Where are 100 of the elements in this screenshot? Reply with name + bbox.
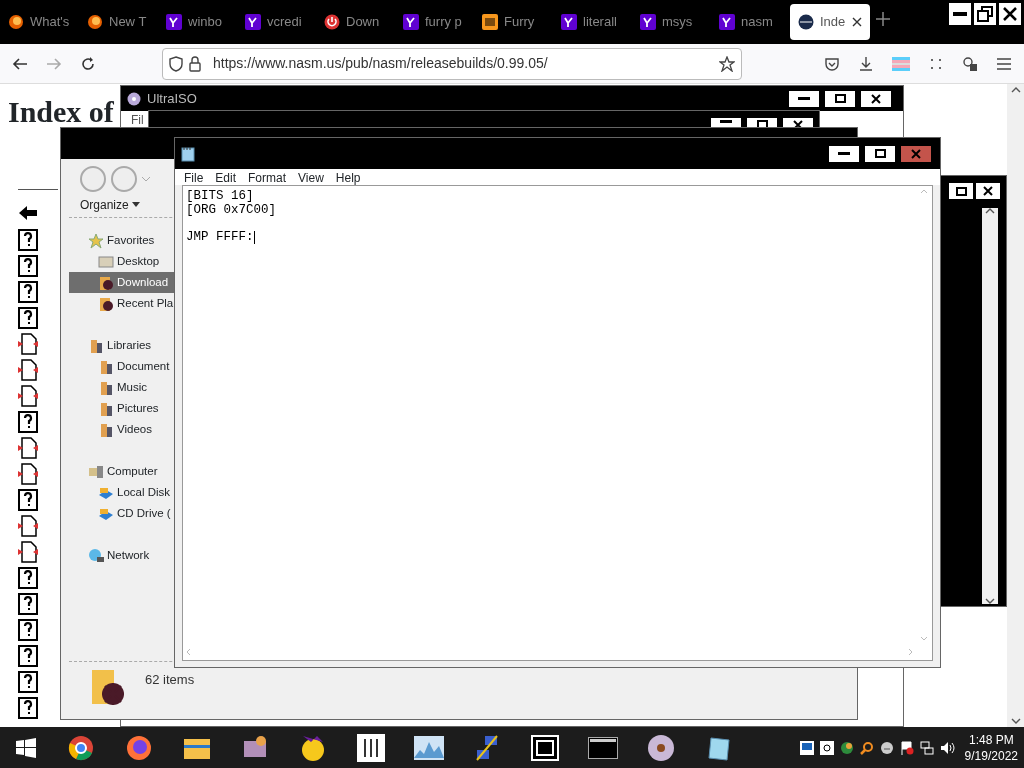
archive-icon[interactable] bbox=[531, 734, 559, 761]
close-button[interactable] bbox=[861, 90, 891, 107]
minimize-button[interactable] bbox=[789, 90, 819, 107]
library-icon bbox=[88, 337, 104, 354]
browser-tab[interactable]: nasm bbox=[711, 4, 790, 40]
unknown-file-icon bbox=[18, 229, 38, 251]
scroll-up-icon[interactable] bbox=[985, 208, 995, 214]
maximize-icon bbox=[955, 186, 967, 196]
chart-icon[interactable] bbox=[414, 735, 444, 760]
browser-tab[interactable]: Down bbox=[316, 4, 395, 40]
nav-item[interactable]: Download bbox=[69, 272, 175, 293]
nav-item[interactable]: CD Drive ( bbox=[69, 503, 175, 524]
unknown-file-icon bbox=[18, 411, 38, 433]
browser-tab[interactable]: msys bbox=[632, 4, 711, 40]
binary-file-icon bbox=[18, 437, 38, 459]
restore-button[interactable] bbox=[974, 3, 996, 25]
mixer-icon[interactable] bbox=[357, 733, 385, 762]
binary-file-icon bbox=[18, 385, 38, 407]
nav-item[interactable]: Favorites bbox=[69, 230, 175, 251]
browser-tab[interactable]: What's bbox=[0, 4, 79, 40]
bookmark-star-icon[interactable] bbox=[719, 55, 735, 72]
back-icon[interactable] bbox=[12, 55, 28, 72]
nav-item[interactable]: Recent Pla bbox=[69, 293, 175, 314]
browser-tab[interactable]: winbo bbox=[158, 4, 237, 40]
text-editor[interactable]: [BITS 16] [ORG 0x7C00] JMP FFFF: bbox=[182, 185, 933, 661]
maximize-button[interactable] bbox=[865, 145, 895, 162]
desktop-icon bbox=[98, 253, 114, 270]
tray-globe-icon[interactable] bbox=[839, 740, 854, 755]
nav-item[interactable]: Music bbox=[69, 377, 175, 398]
menu-item[interactable]: File bbox=[178, 169, 210, 185]
minimize-button[interactable] bbox=[829, 145, 859, 162]
download-icon[interactable] bbox=[858, 55, 874, 72]
puzzle-icon[interactable] bbox=[962, 55, 978, 72]
network-icon[interactable] bbox=[473, 733, 501, 762]
organize-button[interactable]: Organize bbox=[79, 194, 141, 215]
nav-item[interactable]: Computer bbox=[69, 461, 175, 482]
tray-face-icon[interactable] bbox=[879, 740, 894, 755]
tray-flag-icon[interactable] bbox=[899, 740, 914, 755]
scroll-down-icon[interactable] bbox=[985, 598, 995, 604]
browser-tab[interactable]: furry p bbox=[395, 4, 474, 40]
close-icon bbox=[911, 148, 921, 159]
tray-search-icon[interactable] bbox=[859, 740, 874, 755]
caret-icon bbox=[131, 202, 140, 207]
menu-item[interactable]: View bbox=[292, 169, 330, 185]
minimize-button[interactable] bbox=[711, 118, 741, 127]
maximize-button[interactable] bbox=[949, 183, 973, 199]
smiley-icon[interactable] bbox=[299, 733, 327, 762]
unknown-file-icon bbox=[18, 489, 38, 511]
chrome-icon[interactable] bbox=[68, 734, 94, 761]
nav-item[interactable]: Videos bbox=[69, 419, 175, 440]
menu-item[interactable]: Fil bbox=[131, 113, 144, 127]
browser-tab[interactable]: literall bbox=[553, 4, 632, 40]
library-icon bbox=[98, 358, 114, 375]
reload-icon[interactable] bbox=[80, 55, 96, 72]
minimize-button[interactable] bbox=[949, 3, 971, 25]
close-button[interactable] bbox=[999, 3, 1021, 25]
browser-tab[interactable]: Furry bbox=[474, 4, 553, 40]
tray-alpha-icon[interactable] bbox=[819, 740, 834, 755]
address-bar[interactable]: https://www.nasm.us/pub/nasm/releasebuilds/0.99.05/ bbox=[162, 47, 742, 80]
shield-icon[interactable] bbox=[169, 55, 183, 72]
network-icon[interactable] bbox=[919, 740, 934, 755]
page-scrollbar[interactable] bbox=[1007, 84, 1024, 727]
nav-item[interactable]: Local Disk bbox=[69, 482, 175, 503]
browser-tab[interactable]: vcredi bbox=[237, 4, 316, 40]
terminal-icon[interactable] bbox=[588, 736, 618, 759]
unknown-file-icon bbox=[18, 619, 38, 641]
menu-item[interactable]: Edit bbox=[209, 169, 243, 185]
clock-date[interactable]: 9/19/2022 bbox=[964, 747, 1018, 764]
maximize-button[interactable] bbox=[825, 90, 855, 107]
library-icon bbox=[98, 379, 114, 396]
computer-icon bbox=[88, 463, 104, 480]
tab-label: What's bbox=[30, 13, 70, 32]
scroll-down-icon[interactable] bbox=[1010, 718, 1021, 724]
new-tab-icon[interactable] bbox=[876, 12, 890, 26]
nav-item[interactable]: Libraries bbox=[69, 335, 175, 356]
menu-icon[interactable] bbox=[996, 56, 1012, 71]
clock-time[interactable]: 1:48 PM bbox=[964, 731, 1018, 748]
nav-item[interactable]: Desktop bbox=[69, 251, 175, 272]
tray-window-icon[interactable] bbox=[799, 740, 814, 755]
browser-tab[interactable]: Inde bbox=[790, 4, 870, 40]
binary-file-icon bbox=[18, 541, 38, 563]
close-icon[interactable] bbox=[852, 17, 862, 27]
disc-icon[interactable] bbox=[647, 733, 675, 762]
firefox-icon bbox=[8, 14, 24, 30]
nav-item[interactable]: Pictures bbox=[69, 398, 175, 419]
unknown-file-icon bbox=[18, 671, 38, 693]
console-scrollbar[interactable] bbox=[982, 208, 998, 604]
menu-item[interactable]: Help bbox=[329, 169, 367, 185]
close-button[interactable] bbox=[976, 183, 1000, 199]
firefox-icon[interactable] bbox=[126, 734, 152, 761]
volume-icon[interactable] bbox=[939, 740, 956, 755]
nav-item[interactable]: Document bbox=[69, 356, 175, 377]
lock-icon[interactable] bbox=[189, 55, 201, 72]
nav-item[interactable]: Network bbox=[69, 545, 175, 566]
menu-item[interactable]: Format bbox=[242, 169, 293, 185]
unknown-file-icon bbox=[18, 307, 38, 329]
scroll-up-icon[interactable] bbox=[1010, 87, 1021, 93]
minimize-icon bbox=[838, 152, 850, 155]
pocket-icon[interactable] bbox=[824, 55, 840, 72]
browser-tab[interactable]: New T bbox=[79, 4, 158, 40]
